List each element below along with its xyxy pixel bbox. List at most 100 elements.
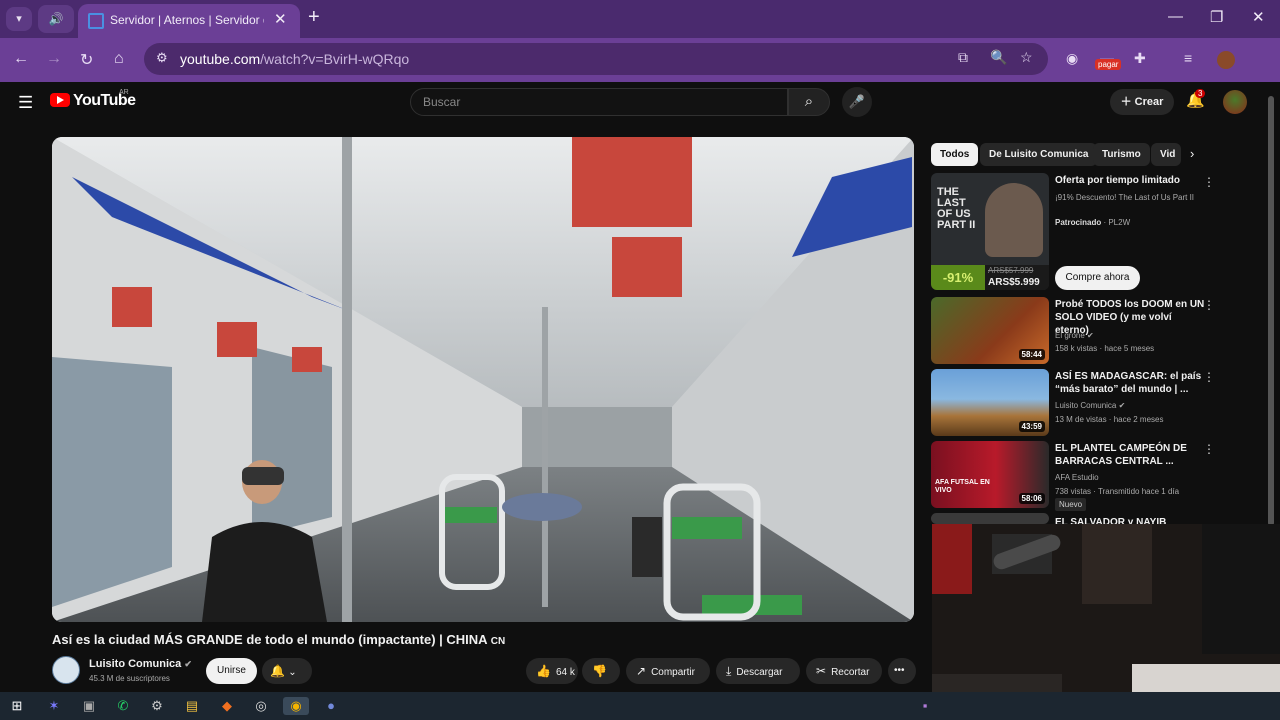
more-actions-button[interactable]: ••• [888,658,916,684]
new-tab-icon[interactable]: + [308,6,320,29]
search-input[interactable]: Buscar [410,88,788,116]
related-thumbnail[interactable]: 58:44 [931,297,1049,364]
account-avatar[interactable] [1223,90,1247,114]
page-scrollbar[interactable] [1268,96,1274,526]
thumbs-up-icon: 👍 [536,664,551,678]
home-icon[interactable]: ⌂ [114,50,124,68]
file-explorer-icon[interactable]: ▤ [183,697,201,715]
search-button[interactable]: ⌕ [788,88,830,116]
dislike-button[interactable]: 👎 [582,658,620,684]
search-icon: ⌕ [804,93,814,110]
create-button[interactable]: ＋ Crear [1110,89,1174,115]
address-url: youtube.com/watch?v=BvirH-wQRqo [180,51,410,67]
address-bar[interactable]: ⚙ youtube.com/watch?v=BvirH-wQRqo ⧉ 🔍 ☆ [144,43,1048,75]
chip-channel[interactable]: De Luisito Comunica [980,143,1098,166]
ad-description: ¡91% Descuento! The Last of Us Part II [1055,193,1195,202]
ad-sponsor: Patrocinado · PL2W [1055,218,1131,227]
join-button[interactable]: Unirse [206,658,257,684]
subscriber-count: 45.3 M de suscriptores [89,674,170,683]
minimize-icon[interactable]: — [1168,8,1183,25]
profile-avatar[interactable] [1217,51,1235,69]
channel-name[interactable]: Luisito Comunica ✔ [89,658,192,670]
verified-icon: ✔ [1087,331,1094,340]
new-badge: Nuevo [1055,498,1087,511]
aternos-favicon-icon [88,13,104,29]
tab-title: Servidor | Aternos | Servidor de Minecra… [110,13,264,27]
browser-toolbar: ← → ↻ ⌂ ⚙ youtube.com/watch?v=BvirH-wQRq… [0,38,1280,82]
tab-close-icon[interactable]: ✕ [274,10,287,28]
ad-more-icon[interactable]: ⋮ [1203,175,1215,189]
ad-price-strip: -91% ARS$57.999 ARS$5.999 [931,265,1049,290]
browser-tab-active[interactable]: Servidor | Aternos | Servidor de Minecra… [78,4,300,38]
browser-tabbar: ▾ 🔊 Servidor | Aternos | Servidor de Min… [0,0,1280,38]
related-meta: 158 k vistas · hace 5 meses [1055,344,1155,353]
download-button[interactable]: ⤓ Descargar [716,658,800,684]
chip-vid[interactable]: Vid [1151,143,1181,166]
clip-button[interactable]: ✂ Recortar [806,658,882,684]
related-thumbnail[interactable] [931,513,1049,524]
ad-thumb-character [985,183,1043,257]
related-thumbnail[interactable]: 43:59 [931,369,1049,436]
extension-globe-icon[interactable]: ◉ [1066,50,1078,67]
back-arrow-icon[interactable]: ← [13,50,29,68]
reload-icon[interactable]: ↻ [80,50,93,70]
close-window-icon[interactable]: ✕ [1252,8,1265,26]
tab-search-icon[interactable]: ▾ [6,7,32,31]
chrome-icon[interactable]: ◉ [283,697,309,715]
video-duration: 58:06 [1018,493,1045,504]
related-thumbnail[interactable]: AFA FUTSAL EN VIVO 58:06 [931,441,1049,508]
site-info-icon[interactable]: ⚙ [156,50,168,66]
chip-todos[interactable]: Todos [931,143,979,166]
taskbar-app-icon[interactable]: ▣ [80,697,98,715]
bookmark-star-icon[interactable]: ☆ [1020,49,1033,66]
channel-avatar[interactable] [52,656,80,684]
verified-icon: ✔ [184,659,192,669]
youtube-logo-icon[interactable] [50,93,70,107]
steam-icon[interactable]: ⚙ [148,697,166,715]
youtube-header: ☰ YouTube AR Buscar ⌕ 🎤 ＋ Crear 🔔 3 [0,82,1280,122]
taskbar-app-icon[interactable]: ◎ [252,697,270,715]
related-title[interactable]: EL PLANTEL CAMPEÓN DE BARRACAS CENTRAL .… [1055,442,1205,468]
country-flag: CN [490,636,506,647]
ad-discount: -91% [931,265,985,290]
windows-start-icon[interactable]: ⊞ [8,697,26,715]
video-duration: 43:59 [1018,421,1045,432]
related-more-icon[interactable]: ⋮ [1203,298,1215,312]
whatsapp-icon[interactable]: ✆ [114,697,132,715]
share-button[interactable]: ↗ Compartir [626,658,710,684]
chip-turismo[interactable]: Turismo [1093,143,1150,166]
restore-icon[interactable]: ❐ [1210,8,1223,26]
scissors-icon: ✂ [816,664,827,678]
subscription-bell-button[interactable]: 🔔 ⌄ [262,658,312,684]
ad-cta-button[interactable]: Compre ahora [1055,266,1140,290]
related-more-icon[interactable]: ⋮ [1203,442,1215,456]
video-player[interactable] [52,137,914,622]
brave-icon[interactable]: ◆ [218,697,236,715]
verified-icon: ✔ [1118,401,1126,410]
voice-search-mic-icon[interactable]: 🎤 [842,87,872,117]
zoom-icon[interactable]: 🔍 [990,49,1007,66]
bell-icon: 🔔 [270,664,285,678]
related-more-icon[interactable]: ⋮ [1203,370,1215,384]
menu-icon[interactable]: ☰ [18,93,33,113]
ad-title[interactable]: Oferta por tiempo limitado [1055,174,1205,187]
related-title[interactable]: ASÍ ES MADAGASCAR: el país “más barato” … [1055,370,1205,396]
tray-icon[interactable]: ▪ [916,697,934,715]
extensions-puzzle-icon[interactable]: ✚ [1134,50,1146,67]
chevron-down-icon: ⌄ [288,667,297,678]
related-title[interactable]: EL SALVADOR y NAYIB BUKELE... [1055,516,1205,524]
video-duration: 58:44 [1018,349,1045,360]
like-button[interactable]: 👍 64 k [526,658,578,684]
audio-tab-speaker-icon[interactable]: 🔊 [38,5,74,33]
related-meta: 13 M de vistas · hace 2 meses [1055,415,1164,424]
ad-thumbnail[interactable]: THE LAST OF US PART II -91% ARS$57.999 A… [931,173,1049,290]
media-control-icon[interactable]: ≡ [1184,50,1192,66]
taskbar-app-icon[interactable]: ✶ [45,697,63,715]
country-code: AR [119,89,129,96]
install-app-icon[interactable]: ⧉ [958,49,968,66]
forward-arrow-icon[interactable]: → [46,50,62,68]
discord-icon[interactable]: ● [322,697,340,715]
chip-scroll-right-icon[interactable]: › [1190,146,1194,161]
related-channel: El grone ✔ [1055,331,1094,340]
ad-old-price: ARS$57.999 [988,266,1034,275]
